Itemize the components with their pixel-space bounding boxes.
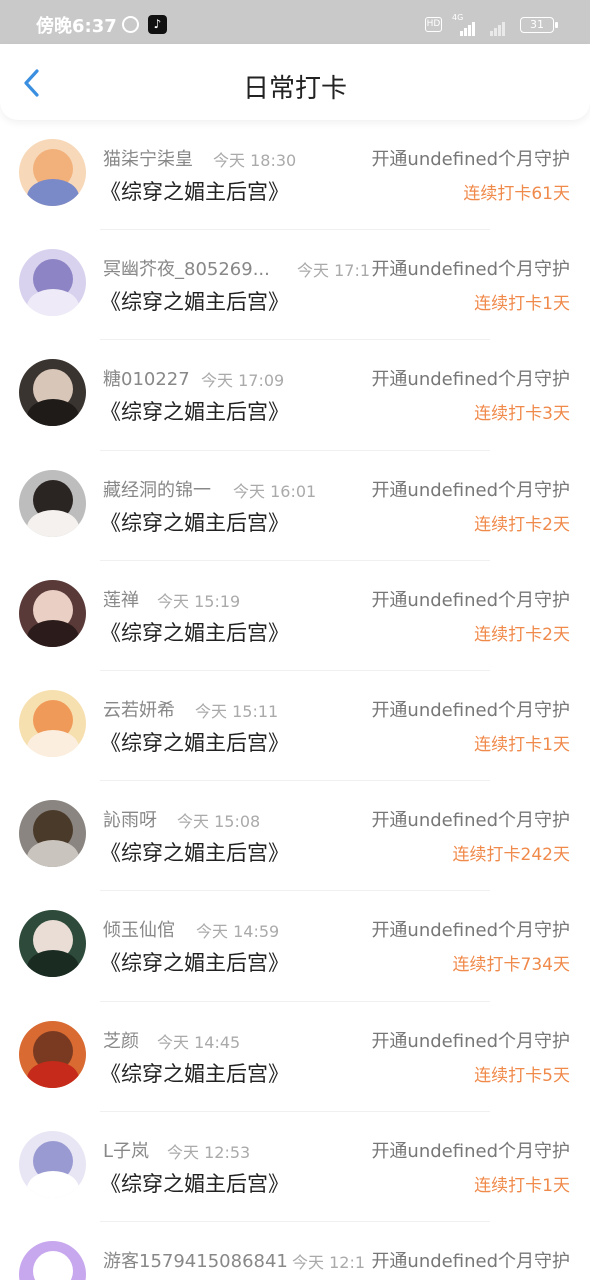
streak-badge: 连续打卡734天 [452,955,570,976]
guard-text: 开通undefined个月守护 [369,806,570,833]
book-title: 《综穿之媚主后宫》 [100,1171,289,1196]
book-title: 《综穿之媚主后宫》 [100,1061,289,1086]
guard-text: 开通undefined个月守护 [369,1136,570,1163]
username[interactable]: 冥幽芥夜_805269... [103,255,270,281]
timestamp: 今天 12:1 [292,1252,366,1272]
book-title: 《综穿之媚主后宫》 [100,510,289,535]
username[interactable]: L子岚 [103,1137,149,1163]
signal-icon [490,17,506,36]
timestamp: 今天 17:09 [201,371,285,391]
username[interactable]: 游客1579415086841 [103,1247,288,1273]
streak-badge: 连续打卡5天 [474,1065,570,1086]
checkin-list[interactable]: 猫柒宁柒皇 今天 18:30 《综穿之媚主后宫》 开通undefined个月守护 连续打… [0,120,590,1280]
timestamp: 今天 15:11 [195,701,279,721]
list-item[interactable]: L子岚 今天 12:53 《综穿之媚主后宫》 开通undefined个月守护连续打卡1… [0,1112,590,1223]
username[interactable]: 芝颜 [103,1027,139,1053]
username[interactable]: 莲禅 [103,586,139,612]
header: 日常打卡 [0,44,590,120]
list-item[interactable]: 云若妍希 今天 15:11 《综穿之媚主后宫》 开通undefined个月守护连续打卡… [0,671,590,782]
avatar[interactable] [19,1020,86,1088]
avatar[interactable] [19,800,86,868]
guard-text: 开通undefined个月守护 [369,1246,570,1273]
list-item[interactable]: 冥幽芥夜_805269... 今天 17:1 《综穿之媚主后宫》 开通undefine… [0,230,590,341]
username[interactable]: 云若妍希 [103,696,175,722]
list-item[interactable]: 猫柒宁柒皇 今天 18:30 《综穿之媚主后宫》 开通undefined个月守护连续打… [0,120,590,231]
status-bar: 傍晚6:37 ♪ HD 4G 31 [0,0,590,44]
streak-badge: 连续打卡1天 [474,294,570,315]
avatar[interactable] [19,139,86,206]
avatar[interactable] [19,359,86,427]
streak-badge: 连续打卡2天 [474,624,570,645]
avatar[interactable] [19,1130,86,1198]
guard-text: 开通undefined个月守护 [369,585,570,612]
alarm-icon [122,16,139,33]
username[interactable]: 訫雨呀 [103,806,157,832]
list-item[interactable]: 訫雨呀 今天 15:08 《综穿之媚主后宫》 开通undefined个月守护连续打卡2… [0,781,590,892]
avatar[interactable] [19,689,86,757]
guard-text: 开通undefined个月守护 [369,1026,570,1053]
signal-icon [460,17,476,36]
battery-icon: 31 [520,17,558,33]
book-title: 《综穿之媚主后宫》 [100,620,289,645]
avatar[interactable] [19,249,86,317]
streak-badge: 连续打卡61天 [463,184,570,204]
tiktok-icon: ♪ [148,15,167,34]
list-item[interactable]: 芝颜 今天 14:45 《综穿之媚主后宫》 开通undefined个月守护连续打卡5天 [0,1002,590,1112]
list-item[interactable]: 游客1579415086841今天 12:1《综穿之媚主后宫》开通undefin… [0,1222,590,1280]
timestamp: 今天 15:08 [177,812,261,832]
guard-text: 开通undefined个月守护 [369,145,570,171]
timestamp: 今天 17:1 [297,261,371,281]
streak-badge: 连续打卡1天 [474,1175,570,1196]
book-title: 《综穿之媚主后宫》 [100,290,289,315]
guard-text: 开通undefined个月守护 [369,255,570,282]
guard-text: 开通undefined个月守护 [369,916,570,943]
timestamp: 今天 14:45 [157,1032,241,1052]
streak-badge: 连续打卡2天 [474,514,570,535]
status-time: 傍晚6:37 [36,16,117,37]
avatar[interactable] [19,910,86,978]
book-title: 《综穿之媚主后宫》 [100,951,289,976]
username[interactable]: 猫柒宁柒皇 [103,145,193,171]
guard-text: 开通undefined个月守护 [369,475,570,502]
list-item[interactable]: 藏经洞的锦一 今天 16:01 《综穿之媚主后宫》 开通undefined个月守护连续… [0,451,590,561]
avatar[interactable] [19,1240,86,1280]
streak-badge: 连续打卡242天 [452,845,570,866]
book-title: 《综穿之媚主后宫》 [100,841,289,866]
timestamp: 今天 12:53 [167,1142,251,1162]
guard-text: 开通undefined个月守护 [369,695,570,722]
book-title: 《综穿之媚主后宫》 [100,400,289,425]
book-title: 《综穿之媚主后宫》 [100,180,289,204]
timestamp: 今天 18:30 [213,151,297,170]
page-title: 日常打卡 [242,74,347,104]
timestamp: 今天 15:19 [157,591,241,611]
username[interactable]: 倾玉仙倌 [103,916,175,942]
timestamp: 今天 16:01 [233,481,317,501]
avatar[interactable] [19,469,86,537]
list-item[interactable]: 莲禅 今天 15:19 《综穿之媚主后宫》 开通undefined个月守护连续打卡2天 [0,561,590,672]
avatar[interactable] [19,579,86,647]
username[interactable]: 糖010227 [103,365,190,391]
guard-text: 开通undefined个月守护 [369,365,570,392]
streak-badge: 连续打卡1天 [474,734,570,755]
streak-badge: 连续打卡3天 [474,404,570,425]
list-item[interactable]: 倾玉仙倌 今天 14:59 《综穿之媚主后宫》 开通undefined个月守护连续打卡… [0,891,590,1002]
hd-icon: HD [425,17,442,32]
book-title: 《综穿之媚主后宫》 [100,730,289,755]
list-item[interactable]: 糖010227 今天 17:09 《综穿之媚主后宫》 开通undefined个月守护连… [0,340,590,451]
timestamp: 今天 14:59 [196,922,280,942]
username[interactable]: 藏经洞的锦一 [103,476,211,502]
